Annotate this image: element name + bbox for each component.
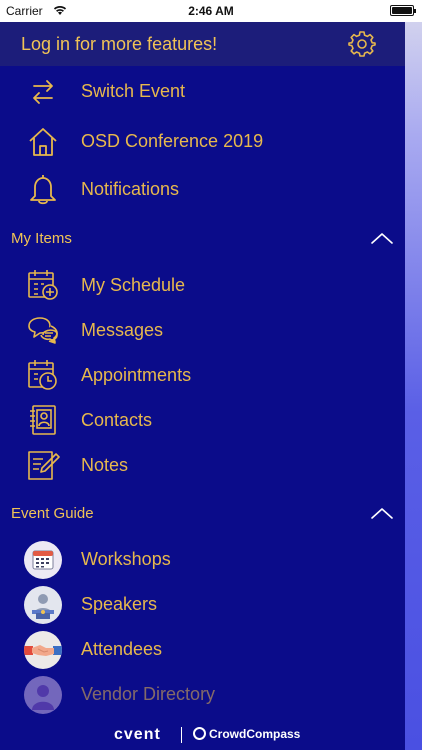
main-content-edge[interactable]: [405, 0, 422, 750]
handshake-icon: [24, 631, 62, 669]
section-my-items[interactable]: My Items: [0, 224, 405, 254]
calendar-clock-icon: [28, 360, 57, 390]
menu-item-label: Workshops: [81, 549, 171, 569]
section-title: Event Guide: [11, 505, 94, 522]
menu-item-label: Switch Event: [81, 81, 186, 101]
menu-item-label: OSD Conference 2019: [81, 131, 264, 151]
menu-item-speakers[interactable]: Speakers: [0, 583, 405, 627]
menu-item-attendees[interactable]: Attendees: [0, 628, 405, 672]
chevron-up-icon[interactable]: [370, 230, 394, 246]
side-menu: Log in for more features! Switch Event O…: [0, 0, 405, 750]
product-name: CrowdCompass: [209, 727, 301, 741]
vendor-icon: [24, 676, 62, 714]
product-logo: CrowdCompass: [193, 727, 300, 741]
calendar-add-icon: [28, 270, 58, 300]
menu-item-label: Speakers: [81, 594, 158, 614]
menu-item-label: My Schedule: [81, 275, 186, 295]
menu-item-workshops[interactable]: Workshops: [0, 538, 405, 582]
menu-item-my-schedule[interactable]: My Schedule: [0, 264, 405, 308]
menu-item-label: Vendor Directory: [81, 684, 216, 704]
note-pencil-icon: [28, 451, 60, 480]
menu-item-contacts[interactable]: Contacts: [0, 399, 405, 443]
address-book-icon: [30, 405, 56, 435]
menu-item-vendor-directory[interactable]: Vendor Directory: [0, 673, 405, 717]
battery-icon: [390, 5, 416, 16]
menu-item-appointments[interactable]: Appointments: [0, 354, 405, 398]
section-title: My Items: [11, 230, 72, 247]
clock: 2:46 AM: [188, 4, 234, 18]
menu-item-messages[interactable]: Messages: [0, 309, 405, 353]
brand-logo: cvent: [114, 726, 161, 743]
switch-arrows-icon: [33, 80, 53, 104]
menu-item-label: Notes: [81, 455, 129, 475]
menu-item-switch-event[interactable]: Switch Event: [0, 70, 405, 114]
speaker-icon: [24, 586, 62, 624]
menu-item-label: Contacts: [81, 410, 153, 430]
menu-item-event-home[interactable]: OSD Conference 2019: [0, 120, 405, 164]
status-bar: Carrier 2:46 AM: [0, 0, 422, 22]
menu-item-notes[interactable]: Notes: [0, 444, 405, 488]
chevron-up-icon[interactable]: [370, 505, 394, 521]
menu-item-label: Notifications: [81, 179, 180, 199]
bell-icon: [30, 175, 56, 205]
menu-item-label: Attendees: [81, 639, 163, 659]
menu-item-label: Appointments: [81, 365, 192, 385]
gear-icon[interactable]: [348, 30, 376, 58]
login-header[interactable]: Log in for more features!: [0, 22, 405, 66]
chat-bubbles-icon: [28, 317, 58, 344]
crowdcompass-logo-icon: [193, 727, 206, 740]
workshops-calendar-icon: [24, 541, 62, 579]
home-icon: [29, 128, 57, 156]
menu-item-label: Messages: [81, 320, 164, 340]
menu-item-notifications[interactable]: Notifications: [0, 168, 405, 212]
login-prompt[interactable]: Log in for more features!: [21, 34, 217, 55]
footer-branding: cvent CrowdCompass: [0, 720, 405, 750]
section-event-guide[interactable]: Event Guide: [0, 499, 405, 529]
footer-divider: [181, 727, 182, 743]
